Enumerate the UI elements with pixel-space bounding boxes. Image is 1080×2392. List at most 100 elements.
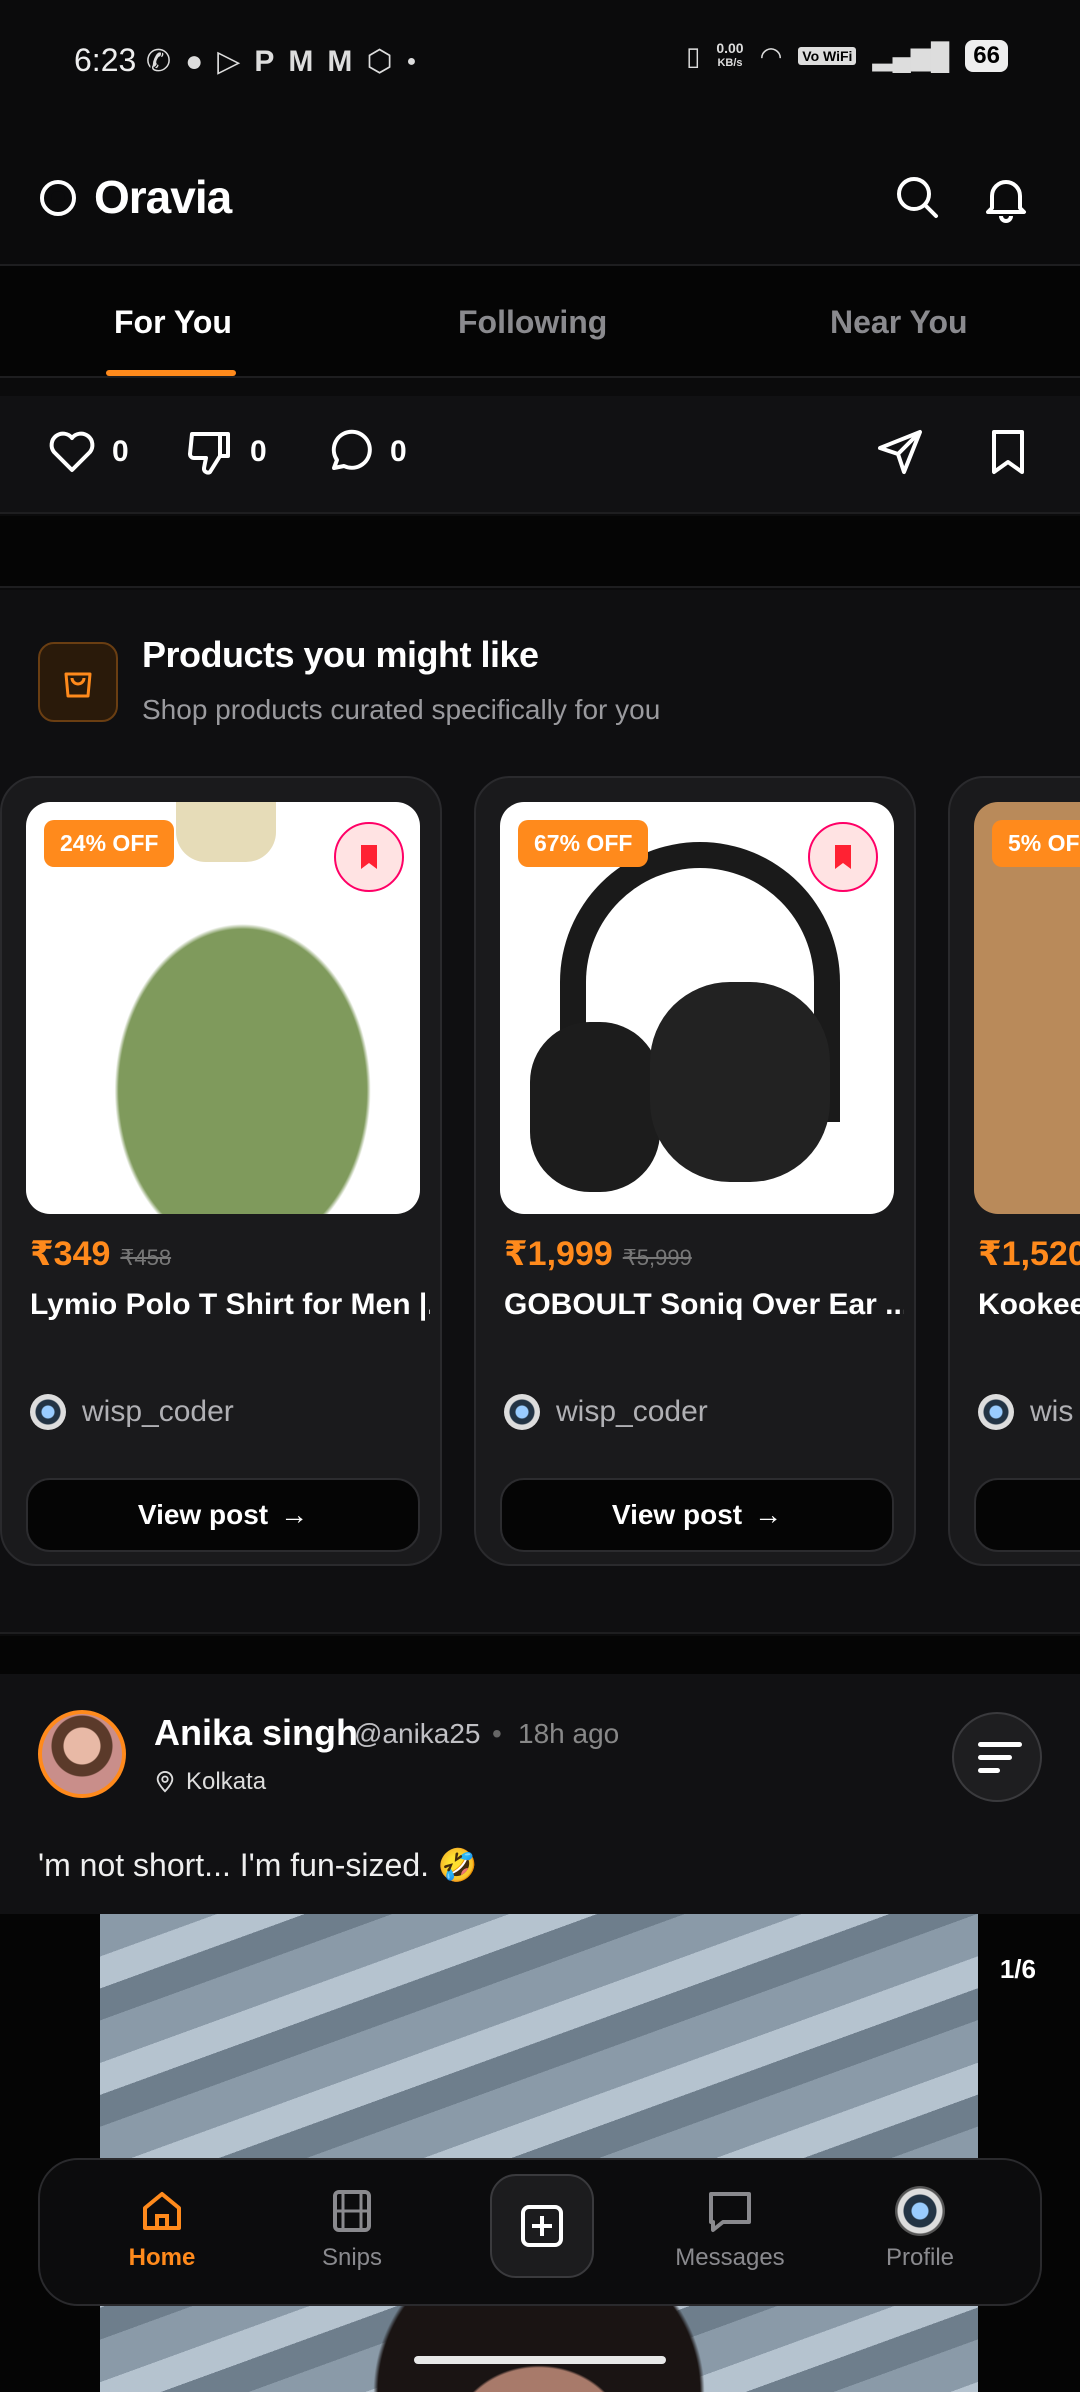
comment-count: 0 [390, 435, 407, 468]
tab-near-you[interactable]: Near You [830, 304, 968, 341]
seller-name: wisp_coder [556, 1395, 708, 1428]
like-button[interactable]: 0 [46, 426, 129, 478]
product-card[interactable]: 24% OFF ₹349 ₹458 Lymio Polo T Shirt for … [0, 776, 442, 1566]
comment-icon [331, 429, 372, 470]
products-title: Products you might like [142, 634, 539, 675]
net-speed: 0.00 KB/s [716, 41, 743, 71]
app-header: Oravia [0, 130, 1080, 266]
nav-snips[interactable]: Snips [282, 2186, 422, 2272]
bottom-navigation: Home Snips Messages Profile [38, 2158, 1042, 2306]
logo-icon [40, 180, 76, 216]
shopping-bag-icon [38, 642, 118, 722]
post-caption: 'm not short... I'm fun-sized. 🤣 [38, 1847, 478, 1883]
save-product-button[interactable] [808, 822, 878, 892]
dot-icon: ● [406, 52, 417, 70]
arrow-right-icon: → [280, 1499, 309, 1530]
plus-square-icon [521, 2205, 563, 2247]
seller-name: wis [1030, 1395, 1074, 1428]
author-name[interactable]: Anika singh [154, 1712, 358, 1754]
product-price: ₹1,999 ₹5,999 [504, 1234, 692, 1274]
price-value: ₹1,999 [504, 1235, 613, 1273]
menu-line [978, 1741, 1022, 1747]
app-title: Oravia [94, 171, 232, 223]
location-pin-icon [156, 1771, 174, 1793]
tab-for-you[interactable]: For You [114, 304, 232, 341]
status-time: 6:23 [74, 42, 137, 78]
heart-icon [49, 431, 95, 472]
view-post-label: View post [611, 1499, 743, 1530]
vibrate-icon: ▯ [686, 40, 701, 71]
location-name: Kolkata [186, 1768, 267, 1795]
meta-separator: • [492, 1718, 502, 1749]
products-section: Products you might like Shop products cu… [0, 590, 1080, 1634]
search-icon [897, 177, 938, 218]
discount-badge: 24% OFF [44, 820, 175, 867]
nav-messages-label: Messages [675, 2244, 785, 2271]
view-post-button[interactable]: View post → [26, 1478, 420, 1552]
system-icons: ▯ 0.00 KB/s ◠ Vo WiFi ▂▄▆█ 66 [686, 40, 1008, 72]
menu-line [978, 1754, 1012, 1760]
product-name: Kookee [978, 1288, 1080, 1321]
nav-home-label: Home [128, 2244, 196, 2271]
product-name: GOBOULT Soniq Over Ear ... [504, 1288, 904, 1321]
product-image: 67% OFF [500, 802, 894, 1214]
seller-name: wisp_coder [82, 1395, 234, 1428]
product-image: 24% OFF [26, 802, 420, 1214]
nav-home[interactable]: Home [92, 2186, 232, 2272]
battery-indicator: 66 [965, 40, 1008, 72]
product-price: ₹1,520 [978, 1234, 1080, 1274]
arrow-right-icon: → [754, 1499, 783, 1530]
shield-icon: ⬡ [366, 45, 393, 78]
nav-messages[interactable]: Messages [660, 2186, 800, 2272]
seller-avatar [504, 1394, 540, 1430]
post-photo [100, 1914, 978, 2392]
menu-line [978, 1767, 1000, 1773]
view-post-button[interactable]: View post → [500, 1478, 894, 1552]
create-post-button[interactable] [490, 2174, 594, 2278]
products-subtitle: Shop products curated specifically for y… [142, 694, 661, 725]
whatsapp-icon: ✆ [146, 45, 172, 78]
post-time: 18h ago [518, 1718, 620, 1749]
m-icon: M [327, 44, 353, 78]
active-tab-indicator [106, 370, 236, 376]
product-card[interactable]: 5% OF ₹1,520 Kookee wis [948, 776, 1080, 1566]
product-image: 5% OF [974, 802, 1080, 1214]
home-icon [143, 2192, 181, 2230]
product-card[interactable]: 67% OFF ₹1,999 ₹5,999 GOBOULT Soniq Over … [474, 776, 916, 1566]
film-icon [333, 2190, 371, 2232]
save-product-button[interactable] [334, 822, 404, 892]
bookmark-icon [992, 430, 1024, 474]
post-media-carousel[interactable]: 1/6 [0, 1914, 1080, 2392]
signal-icon: ▂▄▆█ [872, 40, 950, 71]
nav-profile[interactable]: Profile [850, 2186, 990, 2272]
view-post-button[interactable] [974, 1478, 1080, 1552]
search-button[interactable] [888, 168, 948, 228]
author-handle[interactable]: @anika25 [354, 1718, 481, 1750]
tab-following[interactable]: Following [458, 304, 607, 341]
nav-profile-label: Profile [885, 2244, 955, 2271]
vowifi-badge: Vo WiFi [798, 47, 857, 65]
notifications-button[interactable] [976, 168, 1036, 228]
send-icon [878, 430, 922, 474]
seller-info[interactable]: wisp_coder [504, 1394, 708, 1430]
post-location: Kolkata [154, 1768, 266, 1796]
bookmark-icon [835, 845, 851, 869]
post-options-button[interactable] [952, 1712, 1042, 1802]
net-speed-unit: KB/s [717, 57, 743, 69]
seller-info[interactable]: wis [978, 1394, 1073, 1430]
status-bar: 6:23 ✆ ● ▷ P M M ⬡ ● ▯ 0.00 KB/s ◠ Vo Wi… [0, 0, 1080, 130]
comment-button[interactable]: 0 [324, 426, 407, 478]
like-count: 0 [112, 435, 129, 468]
section-divider [0, 1636, 1080, 1674]
share-button[interactable] [874, 426, 926, 478]
original-price: ₹458 [120, 1245, 172, 1270]
message-icon [709, 2192, 751, 2232]
discount-badge: 5% OF [992, 820, 1080, 867]
seller-info[interactable]: wisp_coder [30, 1394, 234, 1430]
dislike-button[interactable]: 0 [184, 426, 267, 478]
price-value: ₹1,520 [978, 1235, 1080, 1273]
bookmark-button[interactable] [982, 426, 1034, 478]
author-avatar[interactable] [38, 1710, 126, 1798]
home-indicator[interactable] [414, 2356, 666, 2364]
product-price: ₹349 ₹458 [30, 1234, 171, 1274]
